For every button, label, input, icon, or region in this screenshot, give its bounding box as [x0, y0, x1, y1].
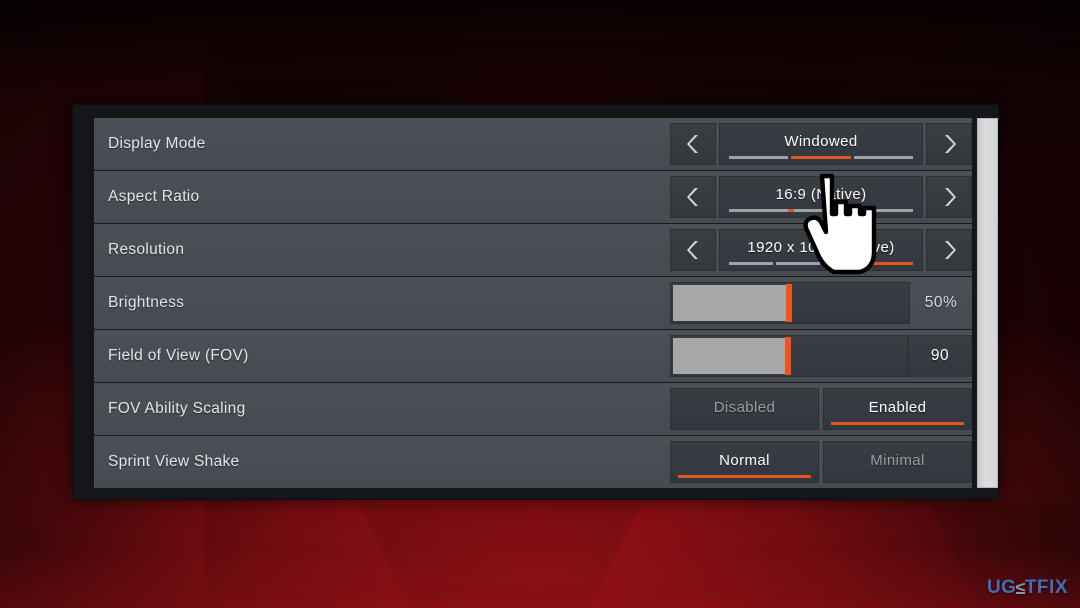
chevron-right-icon[interactable]: [926, 176, 972, 218]
slider-value: 90: [908, 335, 972, 377]
slider-fill: [673, 338, 787, 374]
ugetfix-watermark: UG ≤ TFIX: [987, 577, 1068, 599]
slider-fill: [673, 285, 788, 321]
setting-label: FOV Ability Scaling: [108, 400, 246, 417]
chevron-right-icon[interactable]: [926, 123, 972, 165]
toggle-control: Normal Minimal: [670, 436, 972, 488]
option-progress-bar: [729, 156, 913, 159]
setting-label: Resolution: [108, 241, 185, 258]
toggle-option[interactable]: Enabled: [823, 388, 972, 430]
toggle-option[interactable]: Disabled: [670, 388, 819, 430]
spinner-control: Windowed: [670, 118, 972, 170]
slider-handle[interactable]: [785, 337, 791, 375]
setting-label: Sprint View Shake: [108, 453, 240, 470]
setting-label: Display Mode: [108, 135, 206, 152]
toggle-option-label: Disabled: [713, 398, 776, 416]
setting-label: Aspect Ratio: [108, 188, 200, 205]
settings-row: Sprint View Shake Normal Minimal: [94, 436, 972, 488]
spinner-value-box[interactable]: Windowed: [719, 123, 923, 165]
toggle-option[interactable]: Minimal: [823, 441, 972, 483]
settings-row: Field of View (FOV) 90: [94, 330, 972, 383]
video-settings-panel: Display Mode Windowed Aspect Ratio 16:9 (Na…: [72, 104, 999, 500]
option-segment: [729, 262, 773, 265]
scrollbar-track[interactable]: [977, 118, 998, 488]
option-position-marker: [787, 209, 794, 212]
watermark-part2: TFIX: [1024, 577, 1068, 598]
option-segment: [853, 156, 913, 159]
slider-control: 50%: [670, 277, 972, 329]
toggle-option[interactable]: Normal: [670, 441, 819, 483]
spinner-value: Windowed: [784, 133, 858, 150]
settings-row: Display Mode Windowed: [94, 118, 972, 171]
pointing-hand-cursor: [800, 168, 880, 278]
screenshot-root: Display Mode Windowed Aspect Ratio 16:9 (Na…: [0, 0, 1080, 608]
slider-value: 50%: [924, 294, 958, 311]
slider-handle[interactable]: [786, 284, 792, 322]
option-segment: [791, 156, 851, 159]
slider-track[interactable]: [670, 282, 910, 324]
watermark-part1: UG: [986, 577, 1017, 598]
chevron-left-icon[interactable]: [670, 123, 716, 165]
toggle-control: Disabled Enabled: [670, 383, 972, 435]
slider-control: 90: [670, 330, 972, 382]
option-segment: [729, 156, 789, 159]
chevron-left-icon[interactable]: [670, 229, 716, 271]
toggle-option-label: Minimal: [870, 451, 925, 469]
chevron-left-icon[interactable]: [670, 176, 716, 218]
chevron-right-icon[interactable]: [926, 229, 972, 271]
settings-row: FOV Ability Scaling Disabled Enabled: [94, 383, 972, 436]
setting-label: Field of View (FOV): [108, 347, 249, 364]
toggle-option-label: Enabled: [868, 398, 927, 416]
scrollbar-thumb[interactable]: [977, 118, 998, 488]
setting-label: Brightness: [108, 294, 185, 311]
toggle-option-label: Normal: [719, 451, 770, 469]
settings-row: Brightness 50%: [94, 277, 972, 330]
slider-track[interactable]: [670, 335, 908, 377]
